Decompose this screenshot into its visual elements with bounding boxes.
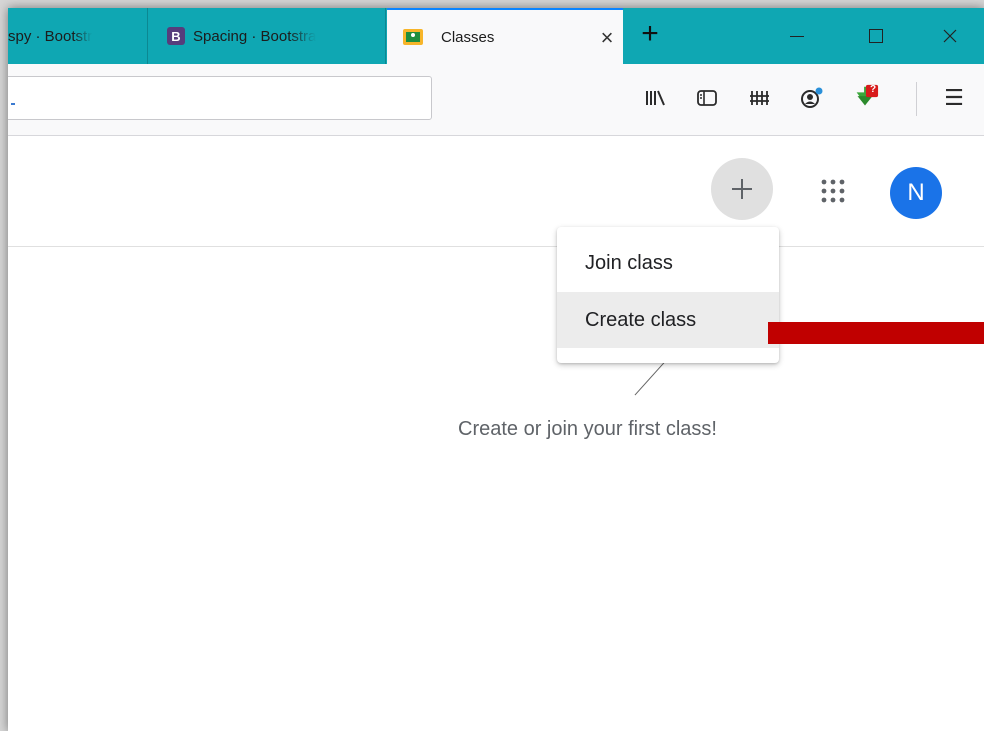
maximize-button[interactable] bbox=[862, 22, 890, 50]
tab-title: spy · Bootstr bbox=[8, 27, 93, 45]
join-class-item[interactable]: Join class bbox=[557, 235, 779, 291]
lock-icon bbox=[11, 103, 15, 105]
bootstrap-icon: B bbox=[167, 27, 185, 45]
account-icon bbox=[801, 87, 823, 108]
tab-scrollspy[interactable]: spy · Bootstr bbox=[8, 8, 148, 64]
close-icon bbox=[943, 29, 957, 43]
menu-button[interactable]: ☰ bbox=[940, 84, 968, 112]
container-button[interactable] bbox=[746, 84, 774, 112]
url-bar[interactable] bbox=[8, 76, 432, 120]
maximize-icon bbox=[869, 29, 883, 43]
classroom-icon bbox=[403, 29, 423, 45]
app-header: N bbox=[8, 136, 984, 247]
empty-state-message: Create or join your first class! bbox=[458, 418, 717, 440]
tab-close-button[interactable]: × bbox=[597, 25, 617, 50]
download-extension-button[interactable]: ? bbox=[851, 84, 879, 112]
plus-icon bbox=[732, 179, 752, 199]
add-class-menu: Join class Create class bbox=[557, 227, 779, 363]
account-button[interactable] bbox=[798, 84, 826, 112]
apps-grid-icon bbox=[821, 179, 845, 203]
hint-pointer-line bbox=[634, 362, 665, 396]
minimize-button[interactable] bbox=[783, 22, 811, 50]
window-close-button[interactable] bbox=[936, 22, 964, 50]
fence-icon bbox=[750, 91, 769, 105]
add-class-button[interactable] bbox=[711, 158, 773, 220]
download-badge: ? bbox=[870, 84, 877, 95]
toolbar-divider bbox=[916, 82, 917, 116]
tab-title: Classes bbox=[441, 28, 495, 46]
avatar[interactable]: N bbox=[890, 167, 942, 219]
hamburger-icon: ☰ bbox=[944, 85, 964, 110]
library-icon bbox=[646, 90, 665, 106]
minimize-icon bbox=[790, 35, 804, 37]
tab-classes[interactable]: Classes × bbox=[387, 8, 623, 64]
sidebar-icon bbox=[697, 90, 717, 106]
annotation-arrow bbox=[768, 322, 984, 344]
create-class-item[interactable]: Create class bbox=[557, 292, 779, 348]
tab-strip: spy · Bootstr B Spacing · Bootstra Class… bbox=[8, 8, 984, 64]
tab-spacing[interactable]: B Spacing · Bootstra bbox=[149, 8, 386, 64]
apps-button[interactable] bbox=[815, 173, 851, 209]
classroom-page: N Join class Create class Create or join… bbox=[8, 136, 984, 731]
nav-toolbar: ? ☰ bbox=[8, 64, 984, 136]
new-tab-button[interactable]: + bbox=[635, 19, 665, 50]
library-button[interactable] bbox=[642, 84, 670, 112]
sidebar-button[interactable] bbox=[693, 84, 721, 112]
tab-title: Spacing · Bootstra bbox=[193, 27, 317, 45]
browser-window: spy · Bootstr B Spacing · Bootstra Class… bbox=[8, 8, 984, 731]
